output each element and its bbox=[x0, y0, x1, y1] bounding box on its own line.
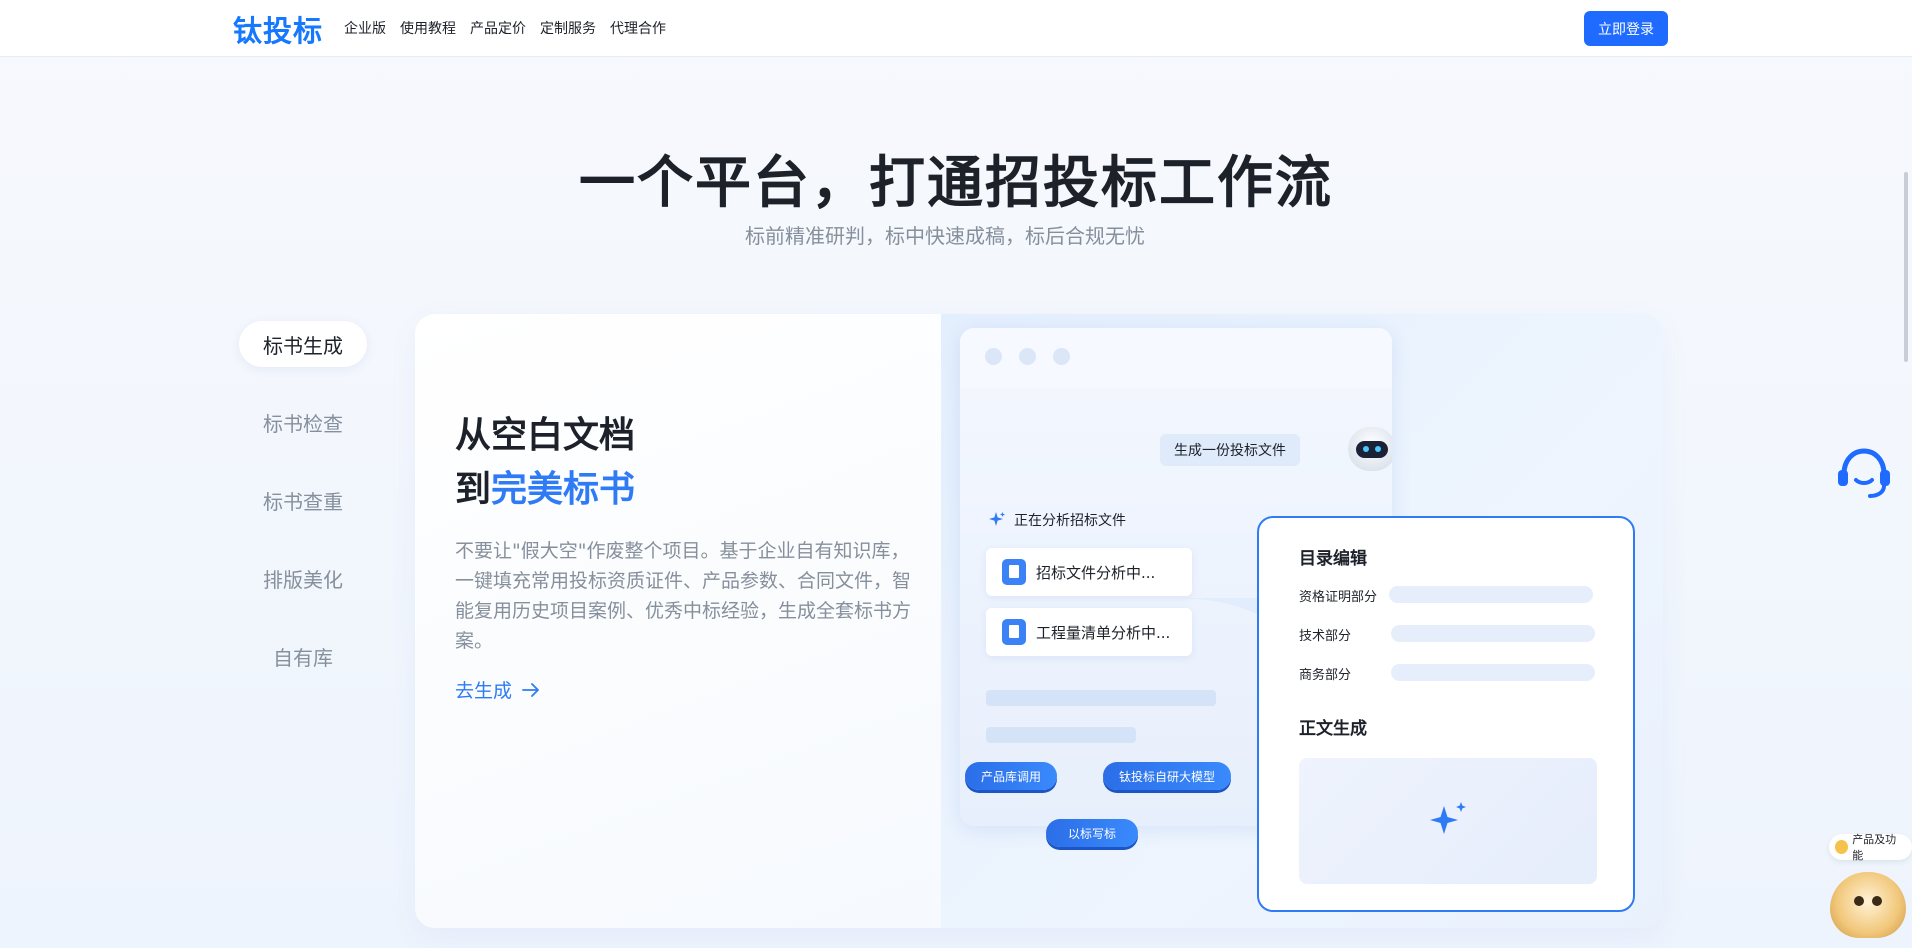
tab-own-library[interactable]: 自有库 bbox=[239, 633, 367, 679]
hero-title: 一个平台，打通招投标工作流 bbox=[579, 151, 1333, 216]
tab-bid-check[interactable]: 标书检查 bbox=[239, 399, 367, 445]
skeleton-line bbox=[986, 690, 1216, 706]
skeleton-line bbox=[986, 727, 1136, 743]
feature-card: 从空白文档 到完美标书 不要让"假大空"作废整个项目。基于企业自有知识库，一键填… bbox=[415, 314, 1663, 928]
arrow-right-icon bbox=[522, 682, 539, 697]
toc-row-bar bbox=[1389, 586, 1593, 603]
window-dot-icon bbox=[1053, 348, 1070, 365]
sparkle-icon bbox=[1430, 802, 1466, 834]
file-analysis-label: 招标文件分析中... bbox=[1036, 563, 1156, 582]
feature-description: 不要让"假大空"作废整个项目。基于企业自有知识库，一键填充常用投标资质证件、产品… bbox=[455, 540, 912, 652]
feature-title-line1: 从空白文档 bbox=[455, 415, 636, 456]
body-generate-title: 正文生成 bbox=[1299, 719, 1367, 739]
feature-title-prefix: 到 bbox=[455, 469, 492, 510]
go-generate-label: 去生成 bbox=[455, 680, 513, 702]
login-button[interactable]: 立即登录 bbox=[1584, 11, 1668, 46]
tag-product-library: 产品库调用 bbox=[965, 762, 1058, 790]
robot-avatar-icon bbox=[1348, 427, 1392, 471]
nav-item-tutorial[interactable]: 使用教程 bbox=[400, 18, 456, 38]
document-icon bbox=[1002, 559, 1026, 585]
document-icon bbox=[1002, 619, 1026, 645]
feature-illustration: 生成一份投标文件 正在分析招标文件 招标文件分析中... 工程量清单分析中...… bbox=[941, 314, 1663, 928]
body-generate-box bbox=[1299, 758, 1597, 884]
toc-title: 目录编辑 bbox=[1299, 549, 1367, 569]
analyzing-status: 正在分析招标文件 bbox=[988, 510, 1126, 530]
nav-item-custom-service[interactable]: 定制服务 bbox=[540, 18, 596, 38]
product-feature-tag[interactable]: 产品及功能 bbox=[1829, 833, 1912, 862]
mascot-icon[interactable] bbox=[1830, 872, 1906, 938]
main-nav: 企业版 使用教程 产品定价 定制服务 代理合作 bbox=[344, 18, 666, 38]
mock-window-titlebar bbox=[960, 328, 1392, 388]
toc-edit-panel: 目录编辑 资格证明部分 技术部分 商务部分 正文生成 bbox=[1257, 516, 1635, 912]
nav-item-pricing[interactable]: 产品定价 bbox=[470, 18, 526, 38]
feature-text-panel: 从空白文档 到完美标书 不要让"假大空"作废整个项目。基于企业自有知识库，一键填… bbox=[415, 314, 941, 928]
file-analysis-item: 工程量清单分析中... bbox=[986, 608, 1192, 656]
toc-row-label: 商务部分 bbox=[1299, 668, 1352, 683]
nav-item-agency[interactable]: 代理合作 bbox=[610, 18, 666, 38]
tab-bid-generate[interactable]: 标书生成 bbox=[239, 321, 367, 367]
customer-service-icon[interactable] bbox=[1834, 442, 1894, 502]
go-generate-link[interactable]: 去生成 bbox=[455, 676, 540, 703]
feature-title-line2: 到完美标书 bbox=[455, 460, 635, 512]
sparkle-icon bbox=[989, 512, 1005, 526]
feature-title-highlight: 完美标书 bbox=[491, 469, 636, 510]
tag-self-model: 钛投标自研大模型 bbox=[1103, 762, 1232, 790]
nav-item-enterprise[interactable]: 企业版 bbox=[344, 18, 386, 38]
toc-row-label: 资格证明部分 bbox=[1299, 590, 1378, 605]
file-analysis-item: 招标文件分析中... bbox=[986, 548, 1192, 596]
feature-tabs: 标书生成 标书检查 标书查重 排版美化 自有库 bbox=[239, 321, 367, 711]
page-scrollbar[interactable] bbox=[1904, 172, 1908, 362]
top-header: 钛投标 企业版 使用教程 产品定价 定制服务 代理合作 立即登录 bbox=[0, 0, 1912, 57]
toc-row-label: 技术部分 bbox=[1299, 629, 1352, 644]
hero-subtitle: 标前精准研判，标中快速成稿，标后合规无忧 bbox=[745, 224, 1145, 248]
file-analysis-label: 工程量清单分析中... bbox=[1036, 623, 1171, 642]
window-dot-icon bbox=[985, 348, 1002, 365]
window-dot-icon bbox=[1019, 348, 1036, 365]
brand-logo[interactable]: 钛投标 bbox=[233, 8, 323, 50]
product-feature-label: 产品及功能 bbox=[1852, 833, 1897, 862]
chat-request-bubble: 生成一份投标文件 bbox=[1160, 434, 1300, 466]
analyzing-label: 正在分析招标文件 bbox=[1014, 513, 1126, 529]
tab-bid-duplicate[interactable]: 标书查重 bbox=[239, 477, 367, 523]
toc-row-bar bbox=[1391, 664, 1595, 681]
toc-row-bar bbox=[1391, 625, 1595, 642]
tag-bid-writing: 以标写标 bbox=[1046, 819, 1139, 847]
coin-icon bbox=[1835, 840, 1849, 854]
tab-layout-beautify[interactable]: 排版美化 bbox=[239, 555, 367, 601]
